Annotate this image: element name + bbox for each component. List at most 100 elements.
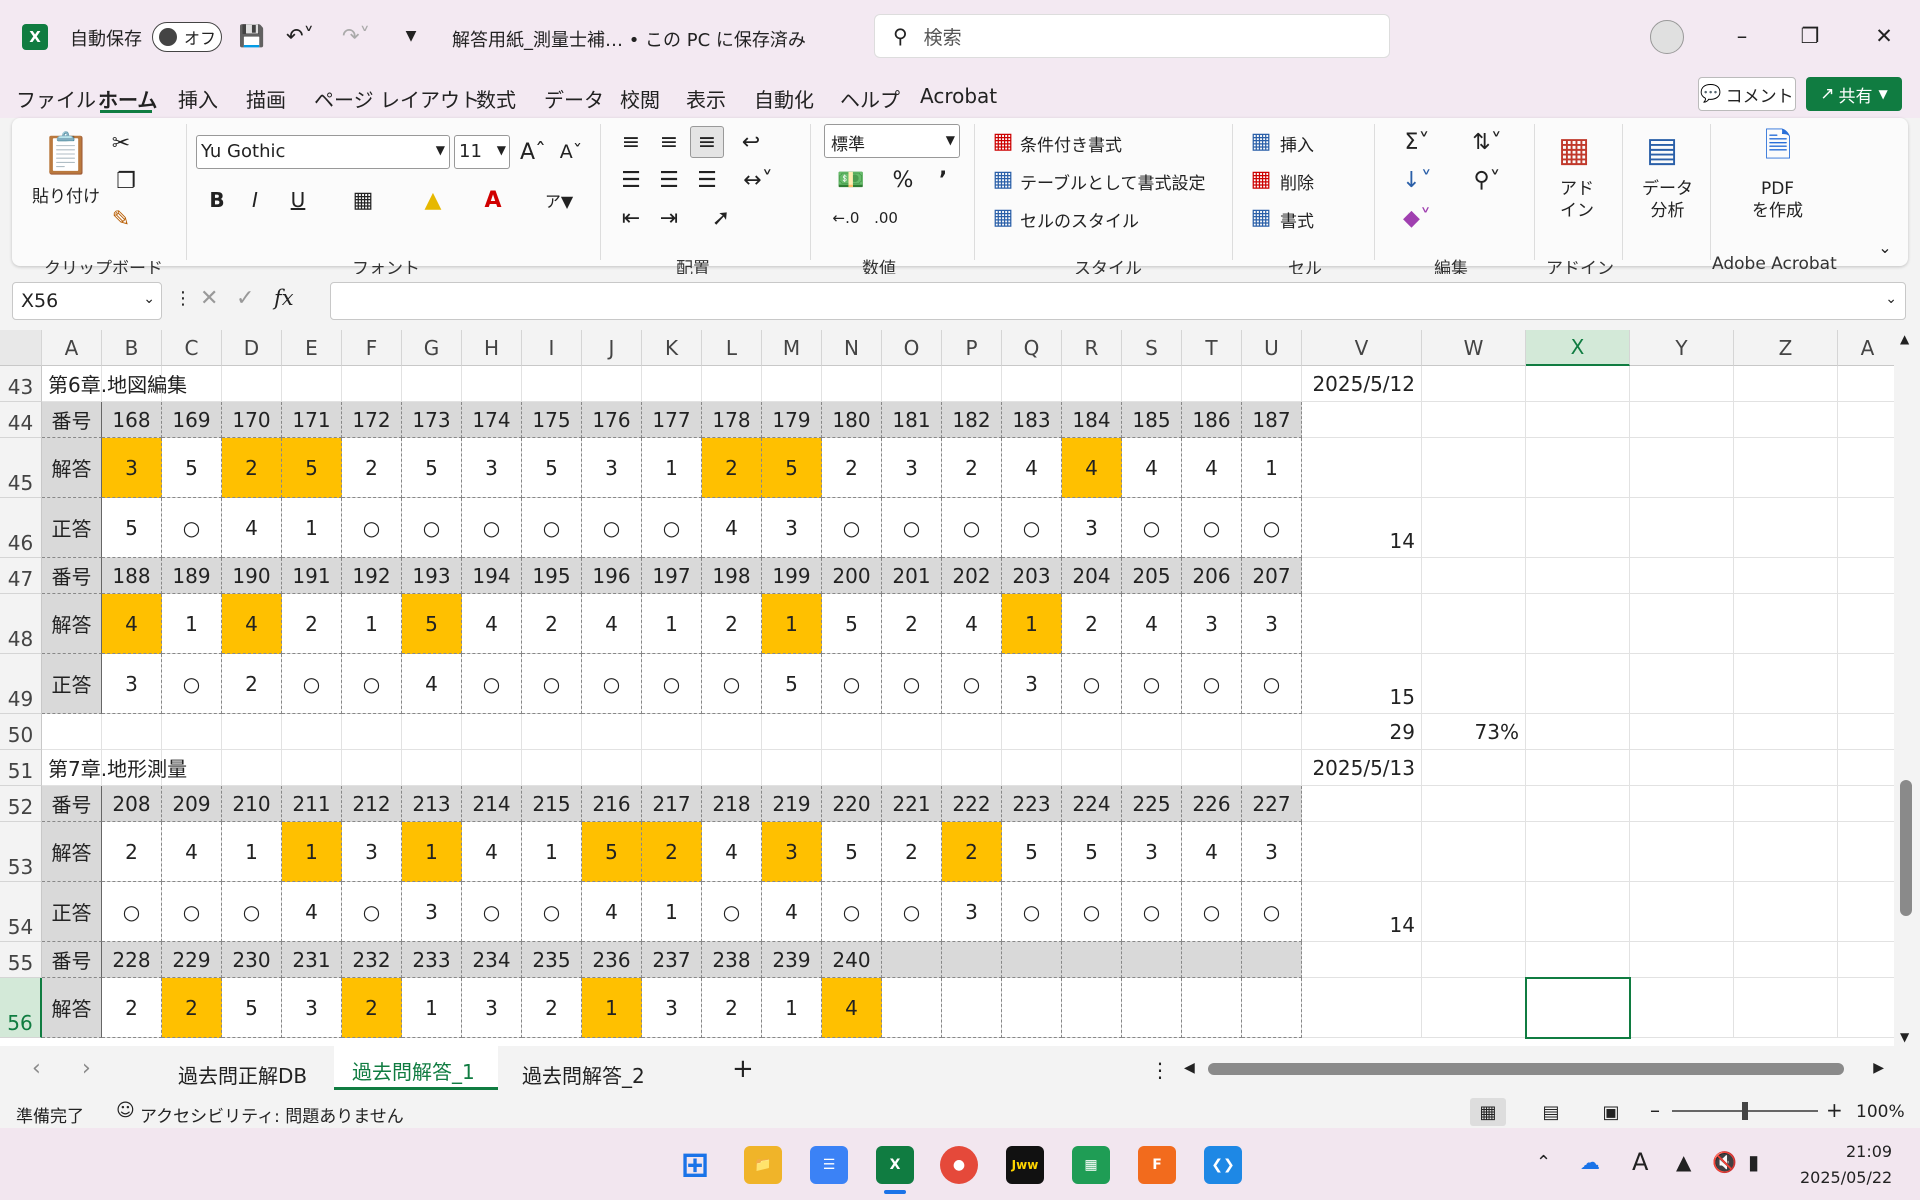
correct-answer-cell[interactable]: ○	[1002, 498, 1062, 558]
correct-answer-cell[interactable]: ○	[342, 498, 402, 558]
question-number-cell[interactable]: 229	[162, 942, 222, 978]
scroll-right-icon[interactable]: ▶	[1873, 1060, 1884, 1076]
question-number-cell[interactable]: 170	[222, 402, 282, 438]
column-header[interactable]: Z	[1734, 330, 1838, 366]
column-header[interactable]: W	[1422, 330, 1526, 366]
question-number-cell[interactable]: 226	[1182, 786, 1242, 822]
correct-answer-cell[interactable]: ○	[1122, 498, 1182, 558]
row-header[interactable]: 51	[0, 750, 42, 786]
battery-icon[interactable]: ▮	[1748, 1150, 1759, 1174]
cell[interactable]	[762, 714, 822, 750]
column-header[interactable]: L	[702, 330, 762, 366]
cell[interactable]	[1734, 498, 1838, 558]
sheet-tab-db[interactable]: 過去問正解DB	[178, 1060, 307, 1089]
answer-cell[interactable]: 5	[282, 438, 342, 498]
search-box[interactable]: ⚲ 検索	[874, 14, 1390, 58]
cell[interactable]	[1002, 366, 1062, 402]
question-number-cell[interactable]: 212	[342, 786, 402, 822]
correct-answer-cell[interactable]: 4	[762, 882, 822, 942]
cell[interactable]	[1630, 558, 1734, 594]
cell[interactable]	[642, 366, 702, 402]
wifi-icon[interactable]: ▲	[1676, 1150, 1691, 1174]
column-header[interactable]: J	[582, 330, 642, 366]
clock-date[interactable]: 2025/05/22	[1800, 1168, 1892, 1187]
account-avatar[interactable]	[1650, 20, 1684, 54]
question-number-cell[interactable]: 221	[882, 786, 942, 822]
cell[interactable]	[1062, 750, 1122, 786]
answer-cell[interactable]: 5	[402, 594, 462, 654]
answer-cell[interactable]: 3	[342, 822, 402, 882]
answer-cell[interactable]: 4	[1122, 594, 1182, 654]
cell-style-icon[interactable]: ▦	[990, 204, 1016, 230]
fusion-icon[interactable]: F	[1138, 1146, 1176, 1184]
question-number-cell[interactable]: 169	[162, 402, 222, 438]
answer-cell[interactable]: 2	[522, 978, 582, 1038]
cell[interactable]	[1630, 942, 1734, 978]
insert-cells-label[interactable]: 挿入	[1280, 131, 1314, 156]
cell[interactable]	[582, 714, 642, 750]
font-size-select[interactable]: 11 ▼	[454, 135, 510, 169]
name-box[interactable]: X56 ⌄	[12, 282, 162, 320]
answer-cell[interactable]: 5	[222, 978, 282, 1038]
italic-icon[interactable]: I	[240, 184, 270, 216]
answer-cell[interactable]: 2	[882, 594, 942, 654]
correct-answer-cell[interactable]: ○	[222, 882, 282, 942]
merge-center-icon[interactable]: ↔˅	[730, 164, 786, 196]
correct-answer-cell[interactable]: ○	[522, 498, 582, 558]
answer-cell[interactable]: 1	[402, 978, 462, 1038]
answer-cell[interactable]: 2	[642, 822, 702, 882]
cell[interactable]	[1422, 366, 1526, 402]
cell[interactable]	[1182, 714, 1242, 750]
align-right-icon[interactable]: ☰	[690, 164, 724, 196]
answer-cell[interactable]: 5	[582, 822, 642, 882]
question-number-cell[interactable]: 210	[222, 786, 282, 822]
cell[interactable]	[1302, 822, 1422, 882]
question-number-cell[interactable]: 211	[282, 786, 342, 822]
decrease-decimal-icon[interactable]: .00	[866, 202, 906, 234]
question-number-cell[interactable]: 233	[402, 942, 462, 978]
row-header[interactable]: 54	[0, 882, 42, 942]
tab-file[interactable]: ファイル	[16, 84, 96, 113]
answer-cell[interactable]: 3	[1242, 594, 1302, 654]
correct-answer-cell[interactable]: ○	[1062, 882, 1122, 942]
cell[interactable]	[1734, 714, 1838, 750]
cell[interactable]	[702, 750, 762, 786]
correct-answer-cell[interactable]: ○	[822, 882, 882, 942]
cell[interactable]	[882, 750, 942, 786]
correct-answer-cell[interactable]: ○	[582, 498, 642, 558]
answer-cell[interactable]	[882, 978, 942, 1038]
question-number-cell[interactable]: 203	[1002, 558, 1062, 594]
column-header[interactable]: H	[462, 330, 522, 366]
question-number-cell[interactable]: 189	[162, 558, 222, 594]
correct-answer-cell[interactable]: ○	[1242, 882, 1302, 942]
question-number-cell[interactable]: 222	[942, 786, 1002, 822]
onedrive-icon[interactable]: ☁	[1580, 1150, 1600, 1174]
cell[interactable]	[1630, 714, 1734, 750]
border-icon[interactable]: ▦	[340, 184, 386, 216]
question-number-cell[interactable]: 215	[522, 786, 582, 822]
answer-cell[interactable]: 4	[1002, 438, 1062, 498]
answer-cell[interactable]: 4	[162, 822, 222, 882]
cell[interactable]	[822, 366, 882, 402]
correct-answer-cell[interactable]: ○	[702, 882, 762, 942]
answer-cell[interactable]: 3	[282, 978, 342, 1038]
column-header[interactable]: F	[342, 330, 402, 366]
cell[interactable]	[702, 366, 762, 402]
tray-overflow-icon[interactable]: ⌃	[1536, 1152, 1551, 1173]
correct-answer-cell[interactable]: ○	[1062, 654, 1122, 714]
question-number-cell[interactable]: 187	[1242, 402, 1302, 438]
cell[interactable]	[402, 750, 462, 786]
cell[interactable]	[1838, 786, 1898, 822]
cell[interactable]	[1630, 822, 1734, 882]
accounting-format-icon[interactable]: 💵	[826, 164, 876, 196]
copy-icon[interactable]: ❐	[106, 166, 146, 196]
correct-answer-cell[interactable]: ○	[162, 498, 222, 558]
question-number-cell[interactable]: 193	[402, 558, 462, 594]
cell[interactable]	[1526, 654, 1630, 714]
answer-cell[interactable]: 2	[702, 438, 762, 498]
tab-insert[interactable]: 挿入	[178, 84, 218, 113]
correct-answer-cell[interactable]: ○	[342, 654, 402, 714]
cell[interactable]	[1630, 654, 1734, 714]
tab-acrobat[interactable]: Acrobat	[920, 84, 997, 108]
insert-function-icon[interactable]: fx	[274, 286, 294, 310]
